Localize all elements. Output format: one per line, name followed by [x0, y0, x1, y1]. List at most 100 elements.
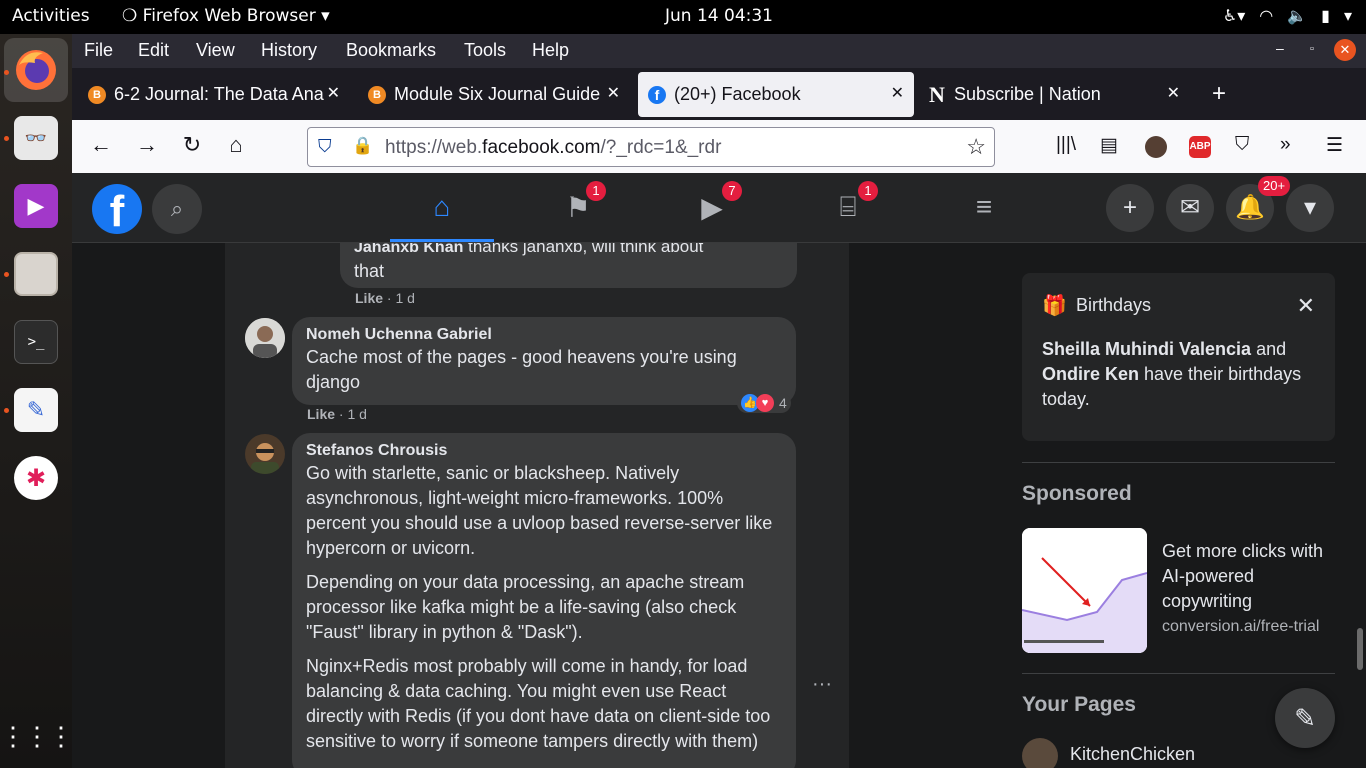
terminal-icon[interactable]: >_ [14, 320, 58, 364]
menu-bar: File Edit View History Bookmarks Tools H… [72, 34, 1366, 68]
video-player-icon[interactable]: ▶ [14, 184, 58, 228]
running-indicator [4, 272, 9, 277]
gnome-top-bar: Activities ❍ Firefox Web Browser ▾ Jun 1… [0, 0, 1366, 34]
accessibility-icon[interactable]: ♿▾ [1223, 6, 1245, 25]
comment-text: Go with starlette, sanic or blacksheep. … [306, 463, 773, 558]
files-icon[interactable] [14, 252, 58, 296]
pocket-icon[interactable]: ⛉ [1235, 134, 1249, 156]
battery-icon[interactable]: ▮ [1321, 6, 1330, 25]
shield-icon[interactable]: ⛉ [318, 136, 332, 157]
tab-facebook[interactable]: f (20+) Facebook ✕ [638, 72, 914, 117]
firefox-small-icon: ❍ [122, 6, 143, 26]
close-window-button[interactable]: ✕ [1334, 39, 1356, 61]
home-nav-icon[interactable]: ⌂ [422, 191, 462, 223]
back-icon[interactable]: ← [86, 132, 116, 158]
activities-button[interactable]: Activities [12, 6, 90, 26]
tab-bar: B 6-2 Journal: The Data Ana ✕ B Module S… [72, 68, 1366, 120]
sponsored-title: Sponsored [1022, 482, 1132, 505]
bookmark-star-icon[interactable]: ☆ [966, 134, 986, 160]
menu-file[interactable]: File [84, 40, 113, 61]
page-avatar[interactable] [1022, 738, 1058, 768]
system-tray[interactable]: ♿▾ ◠ 🔈 ▮ ▾ [1223, 6, 1352, 25]
comment-options-icon[interactable]: ··· [812, 673, 832, 696]
menu-tools[interactable]: Tools [464, 40, 506, 61]
menu-help[interactable]: Help [532, 40, 569, 61]
wifi-icon[interactable]: ◠ [1259, 6, 1273, 25]
ad-text[interactable]: Get more clicks with AI-powered copywrit… [1162, 539, 1342, 614]
tab-module-six[interactable]: B Module Six Journal Guide ✕ [358, 72, 630, 117]
facebook-icon: f [648, 85, 666, 104]
close-tab-icon[interactable]: ✕ [891, 83, 904, 103]
menu-view[interactable]: View [196, 40, 235, 61]
app-menu[interactable]: ❍ Firefox Web Browser ▾ [122, 6, 330, 26]
facebook-logo[interactable]: f [92, 184, 142, 234]
volume-icon[interactable]: 🔈 [1287, 6, 1307, 25]
menu-bookmarks[interactable]: Bookmarks [346, 40, 436, 61]
tab-journal[interactable]: B 6-2 Journal: The Data Ana ✕ [78, 72, 350, 117]
reload-icon[interactable]: ↻ [177, 132, 207, 158]
overflow-menu-icon[interactable]: » [1280, 134, 1291, 156]
sidebar-icon[interactable]: ▤ [1100, 134, 1118, 157]
hamburger-menu-icon[interactable]: ☰ [1326, 134, 1343, 157]
app-grid-icon[interactable]: ⋮⋮⋮ [0, 714, 74, 758]
search-icon[interactable]: ⌕ [152, 184, 202, 234]
menu-history[interactable]: History [261, 40, 317, 61]
comment-bubble: Nomeh Uchenna Gabriel Cache most of the … [292, 317, 796, 405]
lock-icon[interactable]: 🔒 [352, 136, 373, 156]
page-name[interactable]: KitchenChicken [1070, 744, 1195, 765]
menu-icon[interactable]: ≡ [964, 191, 1004, 223]
notifications-badge: 20+ [1258, 176, 1291, 196]
birthdays-text: Sheilla Muhindi Valencia and Ondire Ken … [1042, 339, 1302, 409]
commenter-name[interactable]: Stefanos Chrousis [306, 441, 782, 461]
close-tab-icon[interactable]: ✕ [607, 83, 620, 103]
messenger-icon[interactable]: ✉ [1166, 184, 1214, 232]
url-text[interactable]: https://web.facebook.com/?_rdc=1&_rdr [385, 137, 721, 159]
divider [1022, 462, 1335, 463]
adblock-icon[interactable]: ABP [1189, 136, 1211, 158]
avatar[interactable] [245, 318, 285, 358]
new-tab-button[interactable]: + [1212, 80, 1226, 108]
account-dropdown-icon[interactable]: ▾ [1286, 184, 1334, 232]
account-avatar[interactable] [1145, 136, 1167, 158]
text-editor-icon[interactable]: ✎ [14, 388, 58, 432]
close-tab-icon[interactable]: ✕ [327, 83, 340, 103]
like-link[interactable]: Like [355, 290, 383, 306]
reactions-count[interactable]: 👍 ♥ 4 [737, 393, 791, 413]
forward-icon[interactable]: → [132, 132, 162, 158]
scrollbar-thumb[interactable] [1357, 628, 1363, 670]
document-viewer-icon[interactable]: 👓 [14, 116, 58, 160]
menu-edit[interactable]: Edit [138, 40, 169, 61]
close-icon[interactable]: ✕ [1297, 293, 1315, 319]
like-link[interactable]: Like [307, 406, 335, 422]
home-icon[interactable]: ⌂ [221, 132, 251, 158]
navigation-toolbar: ← → ↻ ⌂ ⛉ 🔒 https://web.facebook.com/?_r… [72, 120, 1366, 173]
marketplace-badge: 1 [858, 181, 878, 201]
library-icon[interactable]: |||\ [1056, 134, 1076, 156]
running-indicator [4, 408, 9, 413]
comment-bubble: Stefanos Chrousis Go with starlette, san… [292, 433, 796, 768]
avatar[interactable] [245, 434, 285, 474]
tab-nation[interactable]: N Subscribe | Nation ✕ [918, 72, 1190, 117]
close-tab-icon[interactable]: ✕ [1167, 83, 1180, 103]
ad-image[interactable] [1022, 528, 1147, 653]
minimize-button[interactable]: – [1276, 40, 1284, 56]
commenter-name[interactable]: Nomeh Uchenna Gabriel [306, 325, 782, 345]
chevron-down-icon[interactable]: ▾ [1344, 6, 1352, 25]
facebook-main: Jahanxb Khan thanks jahanxb, will think … [72, 243, 1366, 768]
firefox-dock-icon[interactable] [4, 38, 68, 102]
clock[interactable]: Jun 14 04:31 [665, 6, 773, 26]
running-indicator [4, 136, 9, 141]
pages-badge: 1 [586, 181, 606, 201]
your-pages-title: Your Pages [1022, 693, 1136, 716]
divider [1022, 673, 1335, 674]
create-plus-icon[interactable]: + [1106, 184, 1154, 232]
gift-icon: 🎁 [1042, 295, 1067, 317]
active-tab-underline [390, 239, 494, 242]
post-comments-panel: Jahanxb Khan thanks jahanxb, will think … [225, 243, 849, 768]
url-bar[interactable]: ⛉ 🔒 https://web.facebook.com/?_rdc=1&_rd… [307, 127, 995, 167]
new-message-icon[interactable]: ✎ [1275, 688, 1335, 748]
slack-icon[interactable]: ✱ [14, 456, 58, 500]
maximize-button[interactable]: ▫ [1310, 43, 1314, 55]
comment-bubble-partial: Jahanxb Khan thanks jahanxb, will think … [340, 243, 797, 288]
ad-url[interactable]: conversion.ai/free-trial [1162, 618, 1319, 636]
